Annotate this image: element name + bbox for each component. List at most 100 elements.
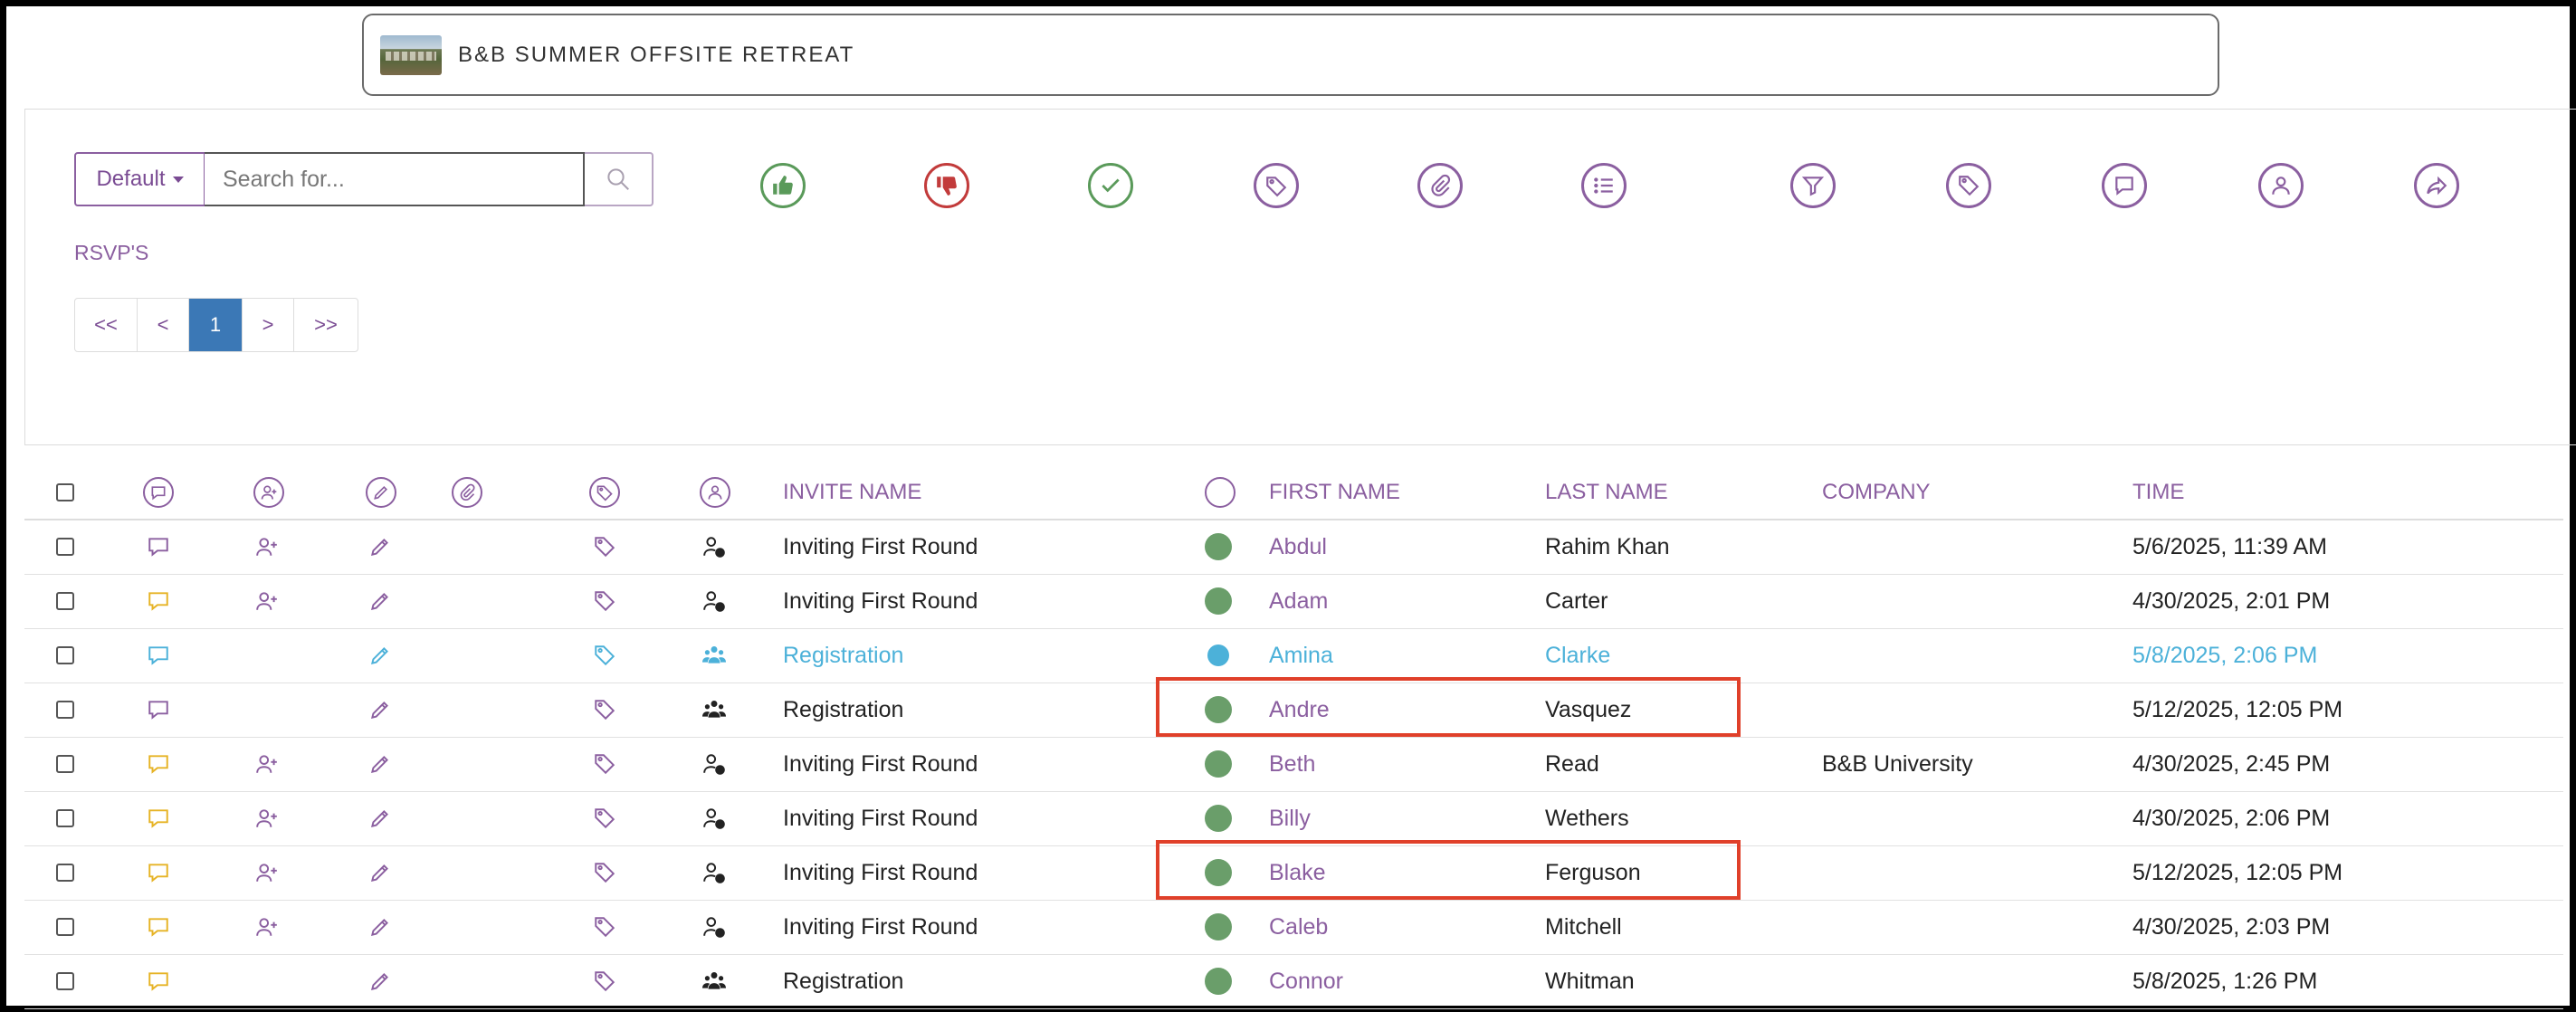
tag-icon[interactable] <box>593 969 616 993</box>
row-checkbox[interactable] <box>56 701 74 719</box>
row-checkbox[interactable] <box>56 809 74 827</box>
tag-icon[interactable] <box>593 752 616 776</box>
page-1[interactable]: 1 <box>189 299 243 351</box>
row-checkbox[interactable] <box>56 538 74 556</box>
pencil-icon[interactable] <box>368 752 392 776</box>
page-next[interactable]: > <box>243 299 294 351</box>
comment-icon[interactable] <box>147 915 170 939</box>
type-cell <box>702 628 726 683</box>
select-all-checkbox[interactable] <box>56 483 74 501</box>
first-name-cell[interactable]: Adam <box>1269 574 1328 628</box>
row-checkbox[interactable] <box>56 918 74 936</box>
row-checkbox[interactable] <box>56 592 74 610</box>
table-row[interactable]: Registration Connor Whitman 5/8/2025, 1:26 … <box>24 954 2563 1009</box>
comment-icon[interactable] <box>147 535 170 559</box>
thumbs-up-button[interactable] <box>760 163 806 208</box>
pencil-icon[interactable] <box>368 807 392 830</box>
add-user-icon[interactable] <box>255 861 279 884</box>
pencil-icon[interactable] <box>366 477 396 508</box>
page-first[interactable]: << <box>75 299 138 351</box>
company-header[interactable]: COMPANY <box>1822 466 1931 519</box>
comment-cell <box>147 574 170 628</box>
add-user-icon[interactable] <box>255 752 279 776</box>
paperclip-icon[interactable] <box>452 477 482 508</box>
comment-icon[interactable] <box>147 644 170 667</box>
tag-icon[interactable] <box>593 698 616 721</box>
edit-cell <box>368 628 392 683</box>
add-user-icon[interactable] <box>255 915 279 939</box>
tag-icon[interactable] <box>593 861 616 884</box>
comment-cell <box>147 954 170 1008</box>
tag-icon[interactable] <box>593 807 616 830</box>
filter-button[interactable] <box>1790 163 1836 208</box>
row-checkbox[interactable] <box>56 646 74 664</box>
table-row[interactable]: Inviting First Round Beth Read B&B Universi… <box>24 737 2563 792</box>
last-name-header[interactable]: LAST NAME <box>1545 466 1668 519</box>
first-name-cell[interactable]: Caleb <box>1269 900 1328 954</box>
edit-cell <box>368 574 392 628</box>
event-header[interactable]: B&B SUMMER OFFSITE RETREAT <box>362 14 2219 96</box>
page-last[interactable]: >> <box>294 299 358 351</box>
first-name-cell[interactable]: Billy <box>1269 791 1311 845</box>
comment-icon[interactable] <box>147 752 170 776</box>
time-cell: 5/12/2025, 12:05 PM <box>2132 859 2343 885</box>
view-select[interactable]: Default <box>74 152 205 206</box>
tag-icon[interactable] <box>593 644 616 667</box>
time-header[interactable]: TIME <box>2132 466 2184 519</box>
first-name-cell[interactable]: Abdul <box>1269 520 1327 574</box>
paperclip-button[interactable] <box>1417 163 1463 208</box>
status-circle-icon[interactable] <box>1205 477 1236 508</box>
comment-icon[interactable] <box>147 861 170 884</box>
search-button[interactable] <box>585 152 654 206</box>
thumbs-down-button[interactable] <box>924 163 969 208</box>
table-row[interactable]: Inviting First Round Adam Carter 4/30/2025,… <box>24 574 2563 629</box>
message-button[interactable] <box>2102 163 2147 208</box>
invite-name-cell: Inviting First Round <box>783 533 978 559</box>
tags-button[interactable] <box>1946 163 1991 208</box>
invite-name-cell: Inviting First Round <box>783 805 978 831</box>
share-button[interactable] <box>2414 163 2459 208</box>
pencil-icon[interactable] <box>368 861 392 884</box>
table-row[interactable]: Inviting First Round Billy Wethers 4/30/202… <box>24 791 2563 846</box>
tag-icon[interactable] <box>593 535 616 559</box>
comment-icon[interactable] <box>147 698 170 721</box>
first-name-cell[interactable]: Beth <box>1269 737 1315 791</box>
message-icon[interactable] <box>143 477 174 508</box>
tag-cell <box>593 683 616 737</box>
pencil-icon[interactable] <box>368 535 392 559</box>
search-input[interactable] <box>205 152 585 206</box>
table-row[interactable]: Registration Amina Clarke 5/8/2025, 2:06 PM <box>24 628 2563 683</box>
row-checkbox-cell <box>56 737 74 791</box>
user-button[interactable] <box>2258 163 2304 208</box>
rsvp-link[interactable]: RSVP'S <box>74 241 148 265</box>
comment-icon[interactable] <box>147 969 170 993</box>
row-checkbox[interactable] <box>56 972 74 990</box>
user-icon[interactable] <box>700 477 730 508</box>
pencil-icon[interactable] <box>368 915 392 939</box>
tag-icon[interactable] <box>589 477 620 508</box>
page-prev[interactable]: < <box>138 299 189 351</box>
pencil-icon[interactable] <box>368 969 392 993</box>
pencil-icon[interactable] <box>368 589 392 613</box>
tag-icon[interactable] <box>593 915 616 939</box>
tag-button[interactable] <box>1254 163 1299 208</box>
tag-icon[interactable] <box>593 589 616 613</box>
first-name-header[interactable]: FIRST NAME <box>1269 466 1400 519</box>
comment-icon[interactable] <box>147 807 170 830</box>
check-button[interactable] <box>1088 163 1133 208</box>
row-checkbox[interactable] <box>56 755 74 773</box>
pencil-icon[interactable] <box>368 644 392 667</box>
pencil-icon[interactable] <box>368 698 392 721</box>
first-name-cell[interactable]: Connor <box>1269 954 1343 1008</box>
table-row[interactable]: Inviting First Round Caleb Mitchell 4/30/20… <box>24 900 2563 955</box>
first-name-cell[interactable]: Amina <box>1269 628 1333 683</box>
table-row[interactable]: Inviting First Round Abdul Rahim Khan 5/6/2… <box>24 520 2563 575</box>
add-user-icon[interactable] <box>255 535 279 559</box>
add-user-icon[interactable] <box>255 589 279 613</box>
invite-name-header[interactable]: INVITE NAME <box>783 466 921 519</box>
list-button[interactable] <box>1581 163 1627 208</box>
add-user-icon[interactable] <box>253 477 284 508</box>
add-user-icon[interactable] <box>255 807 279 830</box>
comment-icon[interactable] <box>147 589 170 613</box>
row-checkbox[interactable] <box>56 864 74 882</box>
